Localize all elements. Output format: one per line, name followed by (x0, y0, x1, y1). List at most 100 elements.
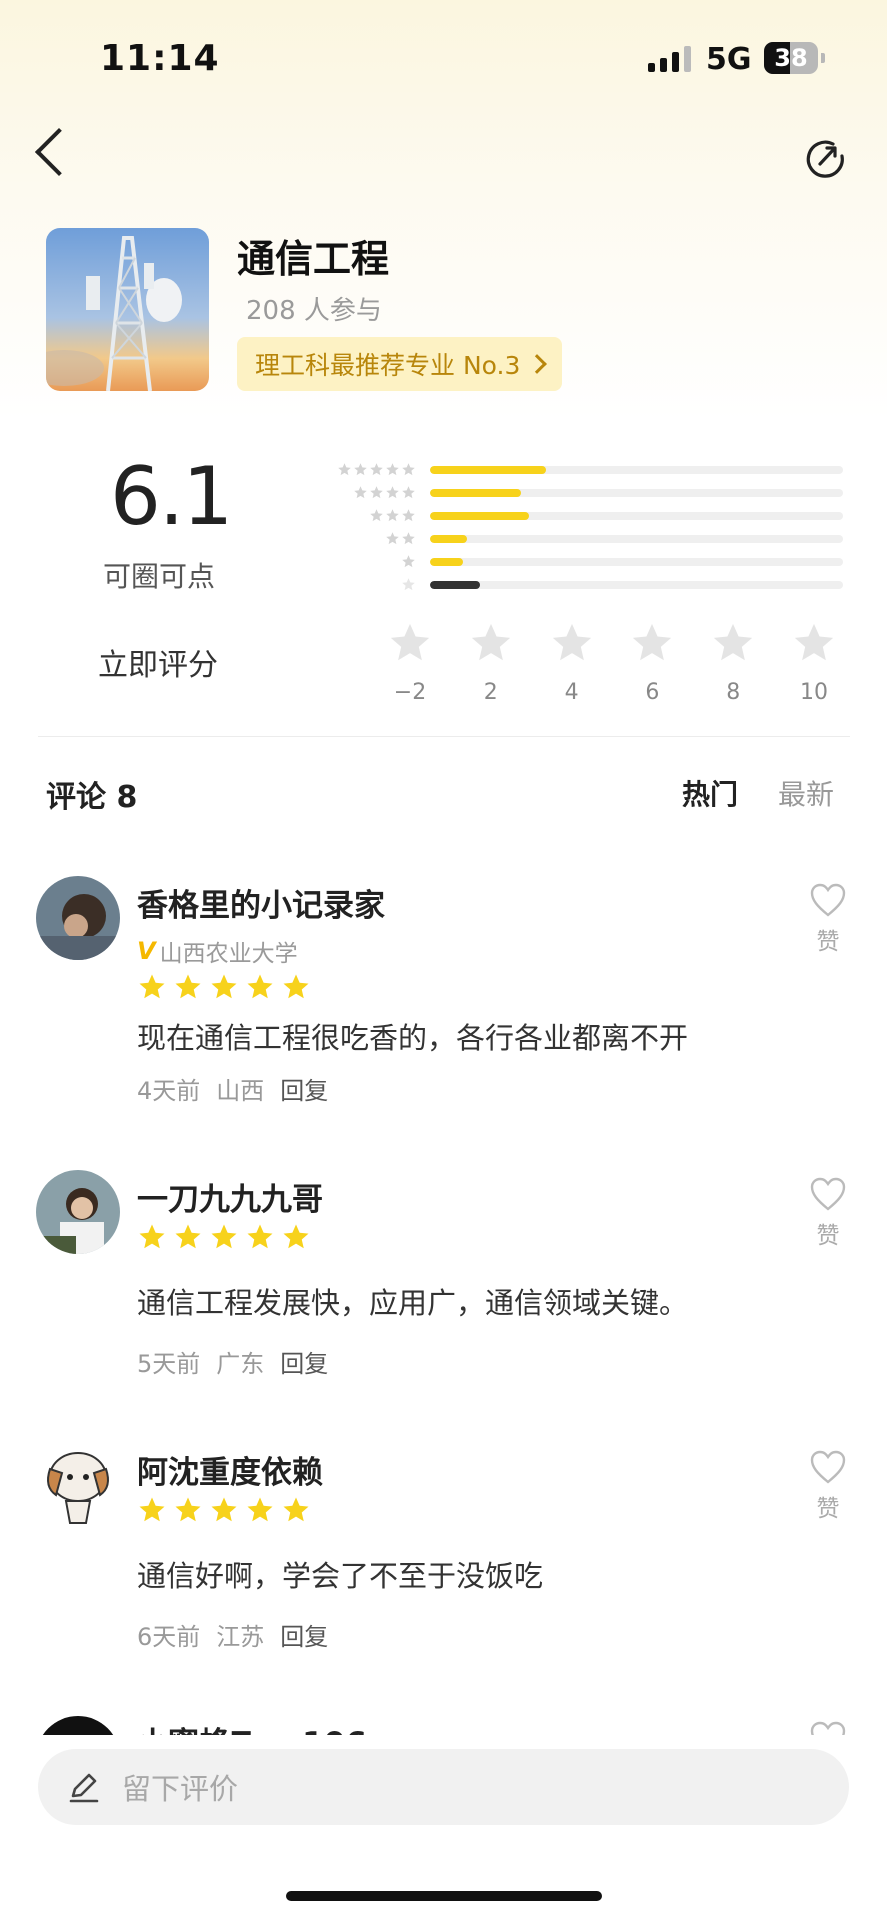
rate-star-value: 2 (483, 680, 498, 705)
average-score: 6.1 (110, 450, 233, 543)
distribution-fill (430, 534, 468, 543)
like-button[interactable]: 赞 (798, 1176, 858, 1250)
distribution-row-2-star (318, 527, 843, 550)
sort-hot-tab[interactable]: 热门 (682, 773, 738, 813)
comment-stars (137, 1495, 311, 1525)
star-icon (283, 1224, 309, 1249)
mini-stars (318, 554, 416, 569)
comment-time: 6天前 (137, 1623, 201, 1651)
distribution-fill (430, 580, 480, 589)
mini-star-icon (402, 486, 415, 499)
chevron-right-icon (527, 354, 548, 374)
mini-star-icon (386, 486, 399, 499)
star-icon (139, 1497, 165, 1522)
home-indicator (286, 1891, 602, 1901)
comment-school: V 山西农业大学 (137, 934, 298, 968)
heart-icon (810, 883, 846, 917)
review-input-placeholder: 留下评价 (122, 1772, 239, 1806)
like-label: 赞 (816, 1223, 840, 1249)
pencil-icon (69, 1773, 99, 1803)
comment-text: 现在通信工程很吃香的，各行各业都离不开 (137, 1021, 689, 1055)
mini-star-icon (402, 509, 415, 522)
school-name: 山西农业大学 (159, 941, 298, 967)
comment-region: 江苏 (216, 1623, 265, 1651)
star-icon (211, 1497, 237, 1522)
rate-star-option[interactable]: −2 (382, 620, 438, 705)
comment-text: 通信好啊，学会了不至于没饭吃 (137, 1559, 544, 1593)
participant-count: 208 人参与 (246, 296, 382, 326)
verified-badge-icon: V (137, 937, 156, 965)
mini-star-icon (338, 463, 351, 476)
comment-text: 通信工程发展快，应用广，通信领域关键。 (137, 1286, 689, 1320)
star-icon (794, 623, 834, 661)
star-icon (633, 623, 672, 661)
like-label: 赞 (816, 1496, 840, 1522)
distribution-fill (430, 465, 546, 474)
share-icon[interactable] (803, 136, 847, 180)
rate-star-value: 8 (726, 680, 741, 705)
rank-tag-label: 理工科最推荐专业 No.3 (255, 351, 521, 380)
comment-meta: 6天前 江苏 回复 (137, 1617, 328, 1652)
battery-icon: 38 (764, 42, 818, 74)
battery-tip (821, 53, 825, 63)
mini-star-icon (354, 486, 367, 499)
reply-button[interactable]: 回复 (280, 1617, 328, 1652)
distribution-track (430, 511, 843, 520)
comment-time: 4天前 (137, 1077, 201, 1105)
star-icon (283, 974, 309, 999)
comment-author[interactable]: 香格里的小记录家 (137, 880, 385, 925)
rating-distribution (318, 458, 843, 596)
rate-star-option[interactable]: 4 (544, 620, 600, 705)
comment-author[interactable]: 阿沈重度依赖 (137, 1447, 323, 1492)
avatar[interactable] (36, 876, 120, 960)
comment-stars (137, 972, 311, 1002)
network-type: 5G (706, 42, 752, 77)
star-icon (247, 1224, 273, 1249)
star-icon (714, 623, 753, 661)
star-icon (175, 974, 201, 999)
avatar[interactable] (36, 1170, 120, 1254)
distribution-fill (430, 557, 464, 566)
page-title: 通信工程 (237, 237, 390, 281)
distribution-row-3-star (318, 504, 843, 527)
rate-star-value: 4 (564, 680, 579, 705)
mini-star-icon (386, 463, 399, 476)
heart-icon (810, 1450, 846, 1484)
avatar[interactable] (36, 1443, 120, 1527)
distribution-track (430, 465, 843, 474)
rate-star-option[interactable]: 8 (705, 620, 761, 705)
comment-time: 5天前 (137, 1350, 201, 1378)
mini-stars (318, 462, 416, 477)
rate-star-value: 10 (799, 680, 828, 705)
reply-button[interactable]: 回复 (280, 1344, 328, 1379)
reply-button[interactable]: 回复 (280, 1071, 328, 1106)
mini-stars (318, 485, 416, 500)
sort-new-tab[interactable]: 最新 (778, 773, 834, 813)
distribution-row-0-star (318, 573, 843, 596)
rate-star-option[interactable]: 10 (786, 620, 842, 705)
score-label: 可圈可点 (103, 560, 216, 593)
distribution-track (430, 580, 843, 589)
rate-star-option[interactable]: 6 (624, 620, 680, 705)
rate-star-value: 6 (645, 680, 660, 705)
like-button[interactable]: 赞 (798, 1449, 858, 1523)
star-icon (211, 1224, 237, 1249)
comments-count: 评论 8 (46, 780, 138, 815)
review-input[interactable]: 留下评价 (38, 1749, 849, 1825)
comment-stars (137, 1222, 311, 1252)
star-icon (552, 623, 591, 661)
mini-stars (318, 577, 416, 592)
distribution-row-1-star (318, 550, 843, 573)
rank-tag-link[interactable]: 理工科最推荐专业 No.3 (237, 337, 563, 391)
star-icon (175, 1224, 201, 1249)
mini-star-icon (386, 509, 399, 522)
rate-star-option[interactable]: 2 (463, 620, 519, 705)
star-icon (247, 974, 273, 999)
comment-region: 广东 (216, 1350, 265, 1378)
mini-star-icon (370, 486, 383, 499)
comment-author[interactable]: 一刀九九九哥 (137, 1174, 323, 1219)
like-button[interactable]: 赞 (798, 882, 858, 956)
mini-star-icon (386, 532, 399, 545)
mini-stars (318, 508, 416, 523)
comment-region: 山西 (216, 1077, 265, 1105)
